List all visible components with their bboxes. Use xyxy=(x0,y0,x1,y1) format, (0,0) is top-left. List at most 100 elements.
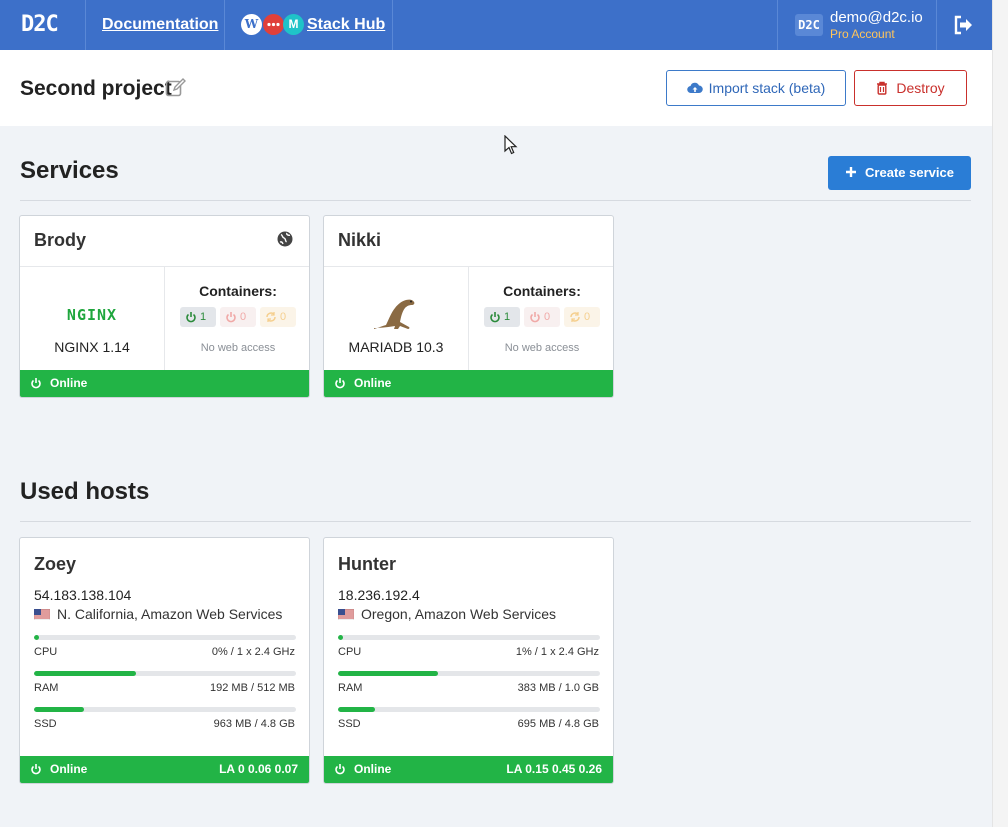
ram-usage-fill xyxy=(338,671,438,676)
host-name: Zoey xyxy=(34,554,77,574)
stack-hub-link[interactable]: Stack Hub xyxy=(307,16,385,34)
service-version: NGINX 1.14 xyxy=(54,339,130,355)
cursor-icon xyxy=(504,135,518,155)
page-scrollbar[interactable] xyxy=(992,0,1008,827)
host-status-bar: Online LA 0 0.06 0.07 xyxy=(20,756,309,783)
status-text: Online xyxy=(50,762,88,776)
card-divider xyxy=(468,266,469,370)
power-icon xyxy=(490,312,500,323)
host-ip: 54.183.138.104 xyxy=(34,587,132,603)
restart-icon xyxy=(570,312,580,322)
load-average: LA 0.15 0.45 0.26 xyxy=(506,762,602,776)
wordpress-icon: W xyxy=(241,14,262,35)
destroy-label: Destroy xyxy=(896,80,945,96)
top-navbar: D2C Documentation W M Stack Hub D2C demo… xyxy=(0,0,992,50)
service-status-bar: Online xyxy=(20,370,309,397)
service-card-brody[interactable]: Brody NGINX NGINX 1.14 Containers: 1 0 0… xyxy=(19,215,310,398)
create-service-label: Create service xyxy=(865,165,954,180)
project-title: Second project xyxy=(20,77,172,100)
cpu-usage-bar xyxy=(34,635,296,640)
power-icon xyxy=(31,764,41,775)
plus-icon xyxy=(846,167,857,177)
ssd-value: 963 MB / 4.8 GB xyxy=(213,718,295,730)
ram-value: 383 MB / 1.0 GB xyxy=(517,682,599,694)
m-logo-icon: M xyxy=(283,14,304,35)
nav-divider xyxy=(224,0,225,50)
host-location: Oregon, Amazon Web Services xyxy=(361,606,557,622)
stopped-count-badge: 0 xyxy=(524,307,560,327)
ssd-label: SSD xyxy=(34,718,57,730)
web-access-status: No web access xyxy=(504,342,580,354)
ssd-usage-bar xyxy=(338,707,600,712)
cpu-usage-fill xyxy=(338,635,344,640)
import-stack-button[interactable]: Import stack (beta) xyxy=(666,70,846,106)
services-heading: Services xyxy=(20,157,119,184)
containers-label: Containers: xyxy=(199,283,277,299)
globe-icon[interactable] xyxy=(277,231,293,247)
host-card-hunter[interactable]: Hunter 18.236.192.4 Oregon, Amazon Web S… xyxy=(323,537,614,784)
power-icon xyxy=(31,378,41,389)
section-divider xyxy=(20,200,971,201)
running-count-badge: 1 xyxy=(484,307,520,327)
seal-icon xyxy=(324,296,468,332)
web-access-status: No web access xyxy=(200,342,276,354)
load-average: LA 0 0.06 0.07 xyxy=(219,762,298,776)
ram-usage-bar xyxy=(34,671,296,676)
service-name: Nikki xyxy=(338,230,382,250)
status-text: Online xyxy=(354,376,392,390)
documentation-link[interactable]: Documentation xyxy=(102,16,218,34)
ram-usage-fill xyxy=(34,671,137,676)
status-text: Online xyxy=(50,376,88,390)
host-status-bar: Online LA 0.15 0.45 0.26 xyxy=(324,756,613,783)
containers-label: Containers: xyxy=(503,283,581,299)
host-location: N. California, Amazon Web Services xyxy=(57,606,283,622)
cpu-usage-fill xyxy=(34,635,40,640)
cpu-usage-bar xyxy=(338,635,600,640)
service-name: Brody xyxy=(34,230,87,250)
used-hosts-heading: Used hosts xyxy=(20,478,150,505)
section-divider xyxy=(20,521,971,522)
service-version: MARIADB 10.3 xyxy=(348,339,444,355)
us-flag-icon xyxy=(34,609,50,620)
power-icon xyxy=(335,378,345,389)
ssd-label: SSD xyxy=(338,718,361,730)
ssd-usage-fill xyxy=(34,707,84,712)
power-icon xyxy=(226,312,236,323)
host-name: Hunter xyxy=(338,554,396,574)
power-icon xyxy=(335,764,345,775)
import-stack-label: Import stack (beta) xyxy=(708,80,826,96)
restarting-count-badge: 0 xyxy=(260,307,296,327)
trash-icon xyxy=(877,81,888,95)
ram-label: RAM xyxy=(34,682,59,694)
destroy-button[interactable]: Destroy xyxy=(854,70,967,106)
d2c-logo[interactable]: D2C xyxy=(21,12,59,37)
ssd-usage-fill xyxy=(338,707,375,712)
create-service-button[interactable]: Create service xyxy=(828,156,971,190)
status-text: Online xyxy=(354,762,392,776)
cloud-upload-icon xyxy=(686,82,703,94)
chat-bubble-icon xyxy=(263,14,284,35)
ram-usage-bar xyxy=(338,671,600,676)
cpu-value: 0% / 1 x 2.4 GHz xyxy=(211,646,295,658)
user-email: demo@d2c.io xyxy=(830,9,923,26)
logout-icon[interactable] xyxy=(952,14,974,36)
restart-icon xyxy=(266,312,276,322)
nav-divider xyxy=(777,0,778,50)
power-icon xyxy=(530,312,540,323)
nav-divider xyxy=(85,0,86,50)
edit-icon[interactable] xyxy=(165,78,187,98)
host-card-zoey[interactable]: Zoey 54.183.138.104 N. California, Amazo… xyxy=(19,537,310,784)
us-flag-icon xyxy=(338,609,354,620)
ssd-usage-bar xyxy=(34,707,296,712)
power-icon xyxy=(186,312,196,323)
nav-divider xyxy=(936,0,937,50)
ram-label: RAM xyxy=(338,682,363,694)
avatar: D2C xyxy=(795,14,823,36)
account-type: Pro Account xyxy=(830,27,895,41)
ram-value: 192 MB / 512 MB xyxy=(210,682,295,694)
stopped-count-badge: 0 xyxy=(220,307,256,327)
running-count-badge: 1 xyxy=(180,307,216,327)
restarting-count-badge: 0 xyxy=(564,307,600,327)
ssd-value: 695 MB / 4.8 GB xyxy=(517,718,599,730)
service-card-nikki[interactable]: Nikki MARIADB 10.3 Containers: 1 0 0 No … xyxy=(323,215,614,398)
